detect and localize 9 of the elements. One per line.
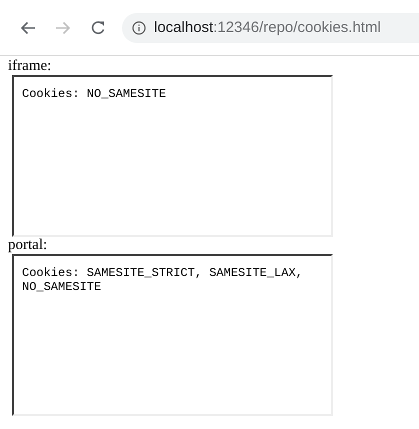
- frame-label: portal:: [8, 237, 48, 254]
- frame-label: iframe:: [8, 58, 52, 75]
- cookies-text: Cookies: SAMESITE_STRICT, SAMESITE_LAX, NO_SAMESITE: [21, 265, 304, 294]
- info-icon[interactable]: [132, 20, 146, 34]
- reload-icon[interactable]: [90, 20, 106, 36]
- address-bar[interactable]: localhost:12346/repo/cookies.html: [122, 12, 419, 42]
- url-text: localhost:12346/repo/cookies.html: [154, 19, 381, 36]
- back-icon[interactable]: [20, 20, 36, 34]
- cookies-text: Cookies: NO_SAMESITE: [21, 86, 168, 101]
